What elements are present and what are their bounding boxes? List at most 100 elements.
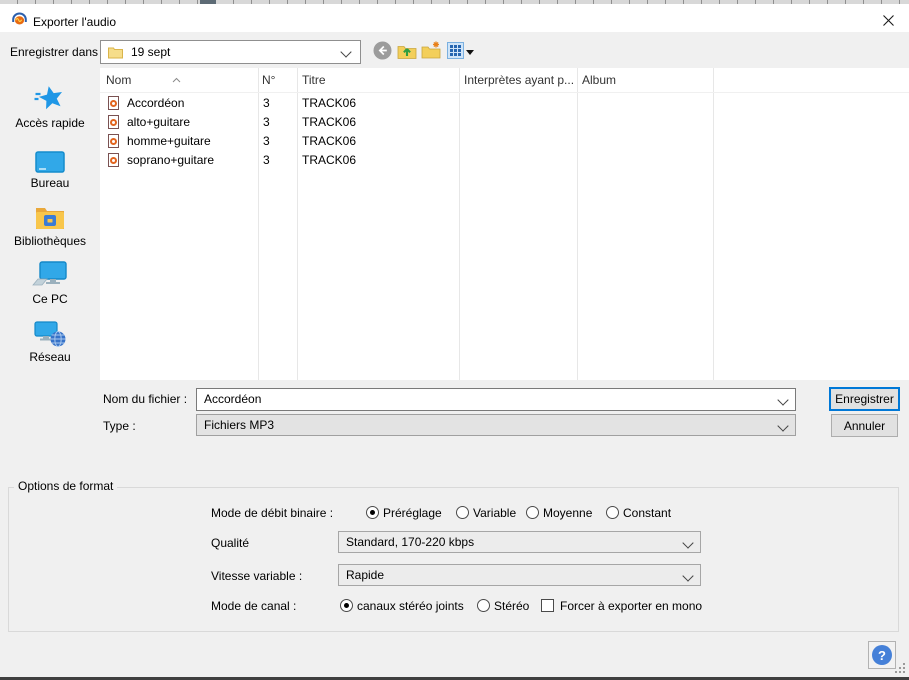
- chevron-down-icon: [682, 537, 694, 549]
- desktop-icon: [0, 140, 100, 174]
- radio-constant-label[interactable]: Constant: [623, 506, 671, 521]
- new-folder-button[interactable]: [421, 41, 441, 63]
- file-name: Accordéon: [127, 96, 185, 110]
- force-mono-checkbox[interactable]: [541, 599, 554, 612]
- back-icon: [373, 41, 392, 63]
- sidebar-item-this-pc[interactable]: Ce PC: [0, 256, 100, 306]
- file-tracknum: 3: [263, 115, 270, 129]
- dialog-title: Exporter l'audio: [33, 15, 117, 29]
- quality-combobox[interactable]: Standard, 170-220 kbps: [338, 531, 701, 553]
- audacity-logo-icon: [10, 11, 29, 29]
- radio-joint-stereo-label[interactable]: canaux stéréo joints: [357, 599, 464, 614]
- sidebar-item-libraries[interactable]: Bibliothèques: [0, 198, 100, 248]
- filename-label: Nom du fichier :: [103, 392, 188, 406]
- quick-access-star-icon: [0, 80, 100, 114]
- radio-preset-label[interactable]: Préréglage: [383, 506, 442, 521]
- file-tracknum: 3: [263, 96, 270, 110]
- filetype-label: Type :: [103, 419, 136, 433]
- sidebar-item-label: Bibliothèques: [13, 234, 87, 248]
- audio-file-icon: [108, 115, 119, 129]
- chevron-down-icon: [777, 420, 789, 432]
- radio-variable[interactable]: [456, 506, 469, 519]
- sidebar-item-quick-access[interactable]: Accès rapide: [0, 80, 100, 130]
- save-in-label: Enregistrer dans :: [10, 45, 105, 59]
- sidebar-item-label: Réseau: [29, 350, 71, 364]
- filename-value: Accordéon: [204, 392, 262, 406]
- audio-file-icon: [108, 134, 119, 148]
- audio-file-icon: [108, 96, 119, 110]
- radio-stereo[interactable]: [477, 599, 490, 612]
- folder-icon: [108, 46, 123, 62]
- sidebar-item-label: Accès rapide: [15, 116, 85, 130]
- file-title: TRACK06: [302, 96, 357, 110]
- save-in-combobox[interactable]: 19 sept: [100, 40, 361, 64]
- back-button[interactable]: [372, 41, 392, 63]
- view-menu-icon: [446, 42, 464, 62]
- file-title: TRACK06: [302, 134, 357, 148]
- force-mono-label[interactable]: Forcer à exporter en mono: [560, 599, 702, 614]
- close-icon: [882, 14, 895, 30]
- column-header-album[interactable]: Album: [582, 68, 710, 92]
- sidebar-item-network[interactable]: Réseau: [0, 314, 100, 364]
- file-title: TRACK06: [302, 115, 357, 129]
- save-button[interactable]: Enregistrer: [829, 387, 900, 411]
- sidebar-item-label: Bureau: [30, 176, 70, 190]
- chevron-down-icon: [340, 46, 352, 58]
- export-audio-dialog: Exporter l'audio Enregistrer dans : 19 s…: [0, 0, 909, 680]
- folder-up-icon: [397, 42, 417, 63]
- quality-value: Standard, 170-220 kbps: [346, 535, 475, 549]
- bitrate-mode-label: Mode de débit binaire :: [211, 506, 334, 520]
- variable-speed-label: Vitesse variable :: [211, 569, 303, 583]
- file-name: soprano+guitare: [127, 153, 215, 167]
- close-button[interactable]: [872, 8, 904, 36]
- title-bar: Exporter l'audio: [0, 4, 909, 32]
- view-menu-button[interactable]: [445, 42, 465, 62]
- chevron-down-icon: [682, 570, 694, 582]
- column-header-artists[interactable]: Interprètes ayant p...: [464, 68, 574, 92]
- file-tracknum: 3: [263, 134, 270, 148]
- file-row[interactable]: soprano+guitare 3 TRACK06: [100, 151, 909, 170]
- file-list: Nom N° Titre Interprètes ayant p... Albu…: [100, 68, 909, 380]
- file-name: alto+guitare: [127, 115, 191, 129]
- file-tracknum: 3: [263, 153, 270, 167]
- file-title: TRACK06: [302, 153, 357, 167]
- network-icon: [0, 314, 100, 348]
- variable-speed-value: Rapide: [346, 568, 385, 582]
- new-folder-icon: [421, 41, 441, 63]
- libraries-icon: [0, 198, 100, 232]
- radio-variable-label[interactable]: Variable: [473, 506, 516, 521]
- radio-average[interactable]: [526, 506, 539, 519]
- audio-file-icon: [108, 153, 119, 167]
- filetype-combobox[interactable]: Fichiers MP3: [196, 414, 796, 436]
- radio-preset[interactable]: [366, 506, 379, 519]
- chevron-down-icon: [777, 394, 789, 406]
- radio-constant[interactable]: [606, 506, 619, 519]
- column-header-number[interactable]: N°: [262, 68, 294, 92]
- column-header-title[interactable]: Titre: [302, 68, 456, 92]
- file-row[interactable]: homme+guitare 3 TRACK06: [100, 132, 909, 151]
- channel-mode-label: Mode de canal :: [211, 599, 297, 613]
- radio-joint-stereo[interactable]: [340, 599, 353, 612]
- radio-average-label[interactable]: Moyenne: [543, 506, 592, 521]
- this-pc-icon: [0, 256, 100, 290]
- cancel-button[interactable]: Annuler: [831, 414, 898, 437]
- filetype-value: Fichiers MP3: [204, 418, 275, 432]
- variable-speed-combobox[interactable]: Rapide: [338, 564, 701, 586]
- radio-stereo-label[interactable]: Stéréo: [494, 599, 529, 614]
- file-name: homme+guitare: [127, 134, 211, 148]
- file-row[interactable]: Accordéon 3 TRACK06: [100, 94, 909, 113]
- format-options-title: Options de format: [14, 479, 118, 494]
- up-one-level-button[interactable]: [397, 42, 417, 62]
- save-in-value: 19 sept: [131, 45, 171, 59]
- sidebar-item-label: Ce PC: [32, 292, 68, 306]
- header-divider: [100, 92, 909, 93]
- quality-label: Qualité: [211, 536, 250, 550]
- view-menu-caret-icon[interactable]: [466, 50, 474, 55]
- filename-combobox[interactable]: Accordéon: [196, 388, 796, 411]
- resize-grip[interactable]: [895, 663, 907, 675]
- column-header-name[interactable]: Nom: [106, 68, 254, 92]
- file-row[interactable]: alto+guitare 3 TRACK06: [100, 113, 909, 132]
- help-button[interactable]: ?: [868, 641, 896, 669]
- help-icon: ?: [872, 645, 892, 665]
- sidebar-item-desktop[interactable]: Bureau: [0, 140, 100, 190]
